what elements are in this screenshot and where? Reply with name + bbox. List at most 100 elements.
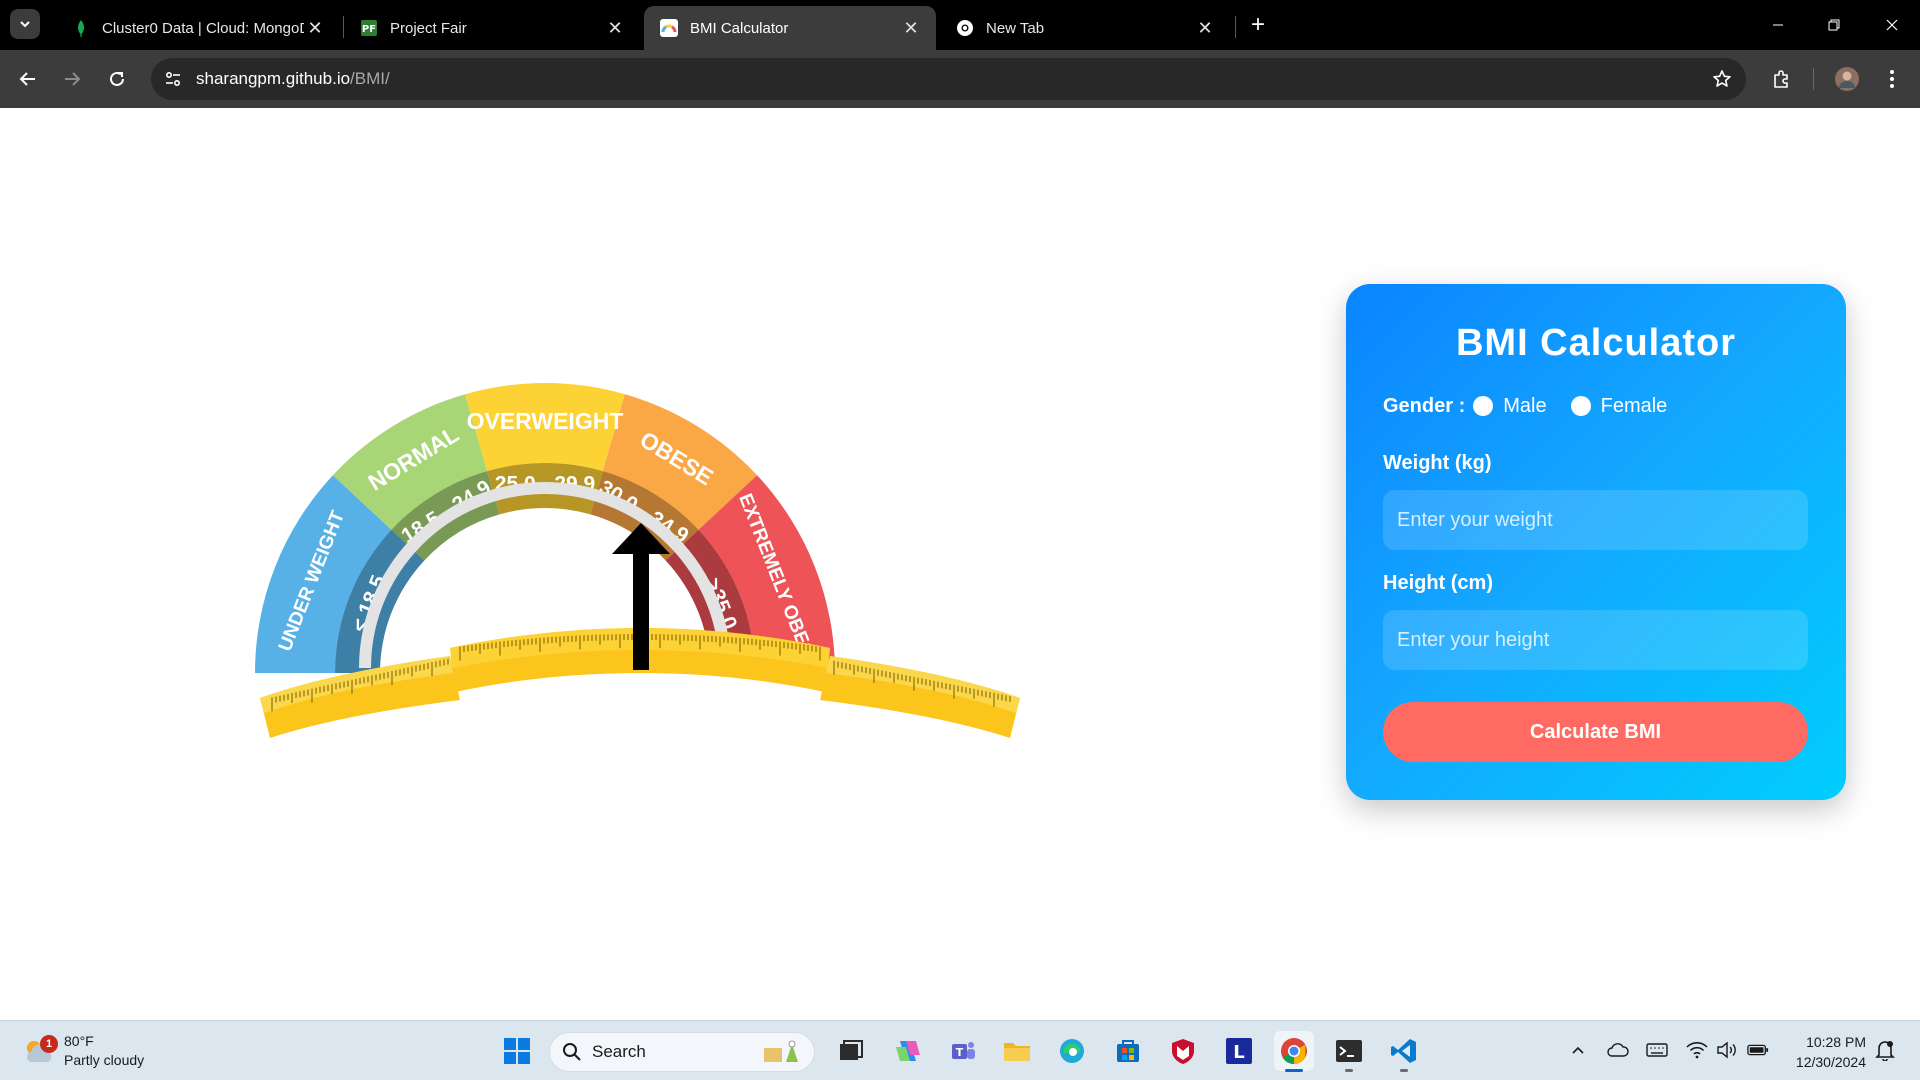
clock-date: 12/30/2024 (1795, 1054, 1866, 1070)
chrome-icon (1281, 1038, 1307, 1065)
address-bar[interactable]: sharangpm.github.io/BMI/ (151, 58, 1746, 100)
notification-badge: 1 (40, 1035, 58, 1053)
url-text[interactable]: sharangpm.github.io/BMI/ (196, 69, 390, 89)
taskbar-l-app[interactable]: L (1219, 1031, 1259, 1071)
mongodb-leaf-icon (72, 19, 90, 37)
close-icon (1886, 19, 1898, 31)
bell-icon (1875, 1041, 1895, 1061)
speaker-icon (1717, 1041, 1736, 1059)
tab-title: Project Fair (390, 19, 467, 37)
male-radio[interactable] (1473, 396, 1494, 416)
edge-icon (1060, 1039, 1084, 1063)
project-fair-icon: PF (360, 19, 378, 37)
onedrive-tray[interactable] (1607, 1039, 1629, 1061)
chevron-up-icon (1572, 1046, 1584, 1054)
tab-new-tab[interactable]: New Tab ✕ (940, 6, 1230, 50)
puzzle-icon (1774, 70, 1788, 88)
tab-bmi-calculator[interactable]: BMI Calculator ✕ (644, 6, 936, 50)
gender-label: Gender : (1383, 394, 1466, 417)
taskbar-teams[interactable]: T (943, 1031, 983, 1071)
wifi-icon (1686, 1042, 1708, 1059)
weight-input[interactable] (1383, 490, 1808, 550)
l-app-icon: L (1226, 1038, 1252, 1064)
notification-bell[interactable] (1874, 1039, 1896, 1061)
weather-widget[interactable]: 1 80°F Partly cloudy (22, 1029, 144, 1073)
tab-title: New Tab (986, 19, 1045, 37)
taskbar-file-explorer[interactable] (997, 1031, 1037, 1071)
extensions-button[interactable] (1766, 63, 1798, 95)
svg-text:PF: PF (362, 24, 376, 35)
female-radio[interactable] (1570, 396, 1591, 416)
tab-divider (1235, 16, 1236, 38)
windows-taskbar: 1 80°F Partly cloudy Search T L 10:28 PM… (0, 1020, 1920, 1080)
arrow-right-icon (65, 72, 81, 86)
calculate-bmi-button[interactable]: Calculate BMI (1383, 702, 1808, 762)
running-indicator (1400, 1069, 1408, 1072)
tab-project-fair[interactable]: PF Project Fair ✕ (344, 6, 640, 50)
taskbar-vscode[interactable] (1384, 1031, 1424, 1072)
height-field-wrapper (1383, 610, 1808, 670)
taskbar-search-box[interactable]: Search (549, 1032, 815, 1072)
close-icon[interactable]: ✕ (604, 17, 626, 39)
taskbar-edge[interactable] (1052, 1031, 1092, 1071)
back-button[interactable] (12, 63, 44, 95)
profile-avatar[interactable] (1831, 63, 1863, 95)
reload-button[interactable] (101, 63, 133, 95)
store-icon (1117, 1040, 1139, 1062)
taskbar-store[interactable] (1108, 1031, 1148, 1071)
url-path: /BMI/ (350, 69, 390, 88)
toolbar-divider (1813, 68, 1814, 90)
tab-title: Cluster0 Data | Cloud: MongoDB (102, 19, 304, 37)
keyboard-tray[interactable] (1646, 1039, 1668, 1061)
bookmark-star-icon[interactable] (1710, 67, 1734, 91)
svg-text:T: T (956, 1046, 964, 1059)
site-info-icon[interactable] (161, 67, 185, 91)
weather-text: 80°F Partly cloudy (64, 1032, 144, 1070)
taskbar-copilot[interactable] (888, 1031, 928, 1071)
female-radio-label[interactable]: Female (1601, 395, 1668, 418)
folder-icon (1004, 1043, 1030, 1061)
restore-icon (1828, 19, 1840, 31)
terminal-icon (1336, 1040, 1362, 1062)
search-icon (563, 1043, 581, 1061)
weight-field-wrapper (1383, 490, 1808, 550)
tab-search-button[interactable] (10, 9, 40, 39)
taskbar-terminal[interactable] (1329, 1031, 1369, 1072)
volume-tray[interactable] (1716, 1039, 1738, 1061)
vscode-icon (1391, 1039, 1416, 1063)
start-button[interactable] (497, 1031, 537, 1071)
bmi-calculator-card: BMI Calculator Gender : Male Female Weig… (1346, 284, 1846, 800)
taskbar-task-view[interactable] (831, 1031, 871, 1071)
show-hidden-icons-button[interactable] (1567, 1039, 1589, 1061)
taskbar-mcafee[interactable] (1163, 1031, 1203, 1071)
height-input[interactable] (1383, 610, 1808, 670)
running-indicator (1345, 1069, 1353, 1072)
taskbar-chrome[interactable] (1274, 1031, 1314, 1072)
bmi-gauge-image: UNDER WEIGHT< 18.5NORMAL18.5 - 24.9OVERW… (255, 383, 1020, 738)
restore-button[interactable] (1814, 10, 1854, 40)
male-radio-label[interactable]: Male (1503, 395, 1546, 418)
gender-row: Gender : Male Female (1383, 392, 1691, 420)
close-icon[interactable]: ✕ (900, 17, 922, 39)
wifi-tray[interactable] (1686, 1039, 1708, 1061)
minimize-icon (1773, 24, 1783, 26)
avatar-icon (1835, 67, 1859, 91)
battery-tray[interactable] (1747, 1039, 1769, 1061)
menu-button[interactable] (1876, 63, 1908, 95)
minimize-button[interactable] (1758, 10, 1798, 40)
tab-mongodb[interactable]: Cluster0 Data | Cloud: MongoDB ✕ (56, 6, 340, 50)
task-view-icon (840, 1040, 863, 1060)
chevron-down-icon (20, 21, 30, 28)
close-icon[interactable]: ✕ (304, 17, 326, 39)
height-label: Height (cm) (1383, 572, 1493, 594)
search-label: Search (592, 1042, 646, 1061)
page-viewport: UNDER WEIGHT < 18.5 NORMAL 18.5 - 24.9 OVERW… (0, 108, 1920, 1020)
url-host: sharangpm.github.io (196, 69, 351, 88)
close-icon[interactable]: ✕ (1194, 17, 1216, 39)
forward-button[interactable] (56, 63, 88, 95)
close-window-button[interactable] (1872, 10, 1912, 40)
running-indicator (1285, 1069, 1303, 1072)
new-tab-button[interactable]: + (1245, 11, 1271, 38)
taskbar-clock[interactable]: 10:28 PM 12/30/2024 (1796, 1032, 1866, 1072)
windows-logo-icon (504, 1038, 530, 1064)
